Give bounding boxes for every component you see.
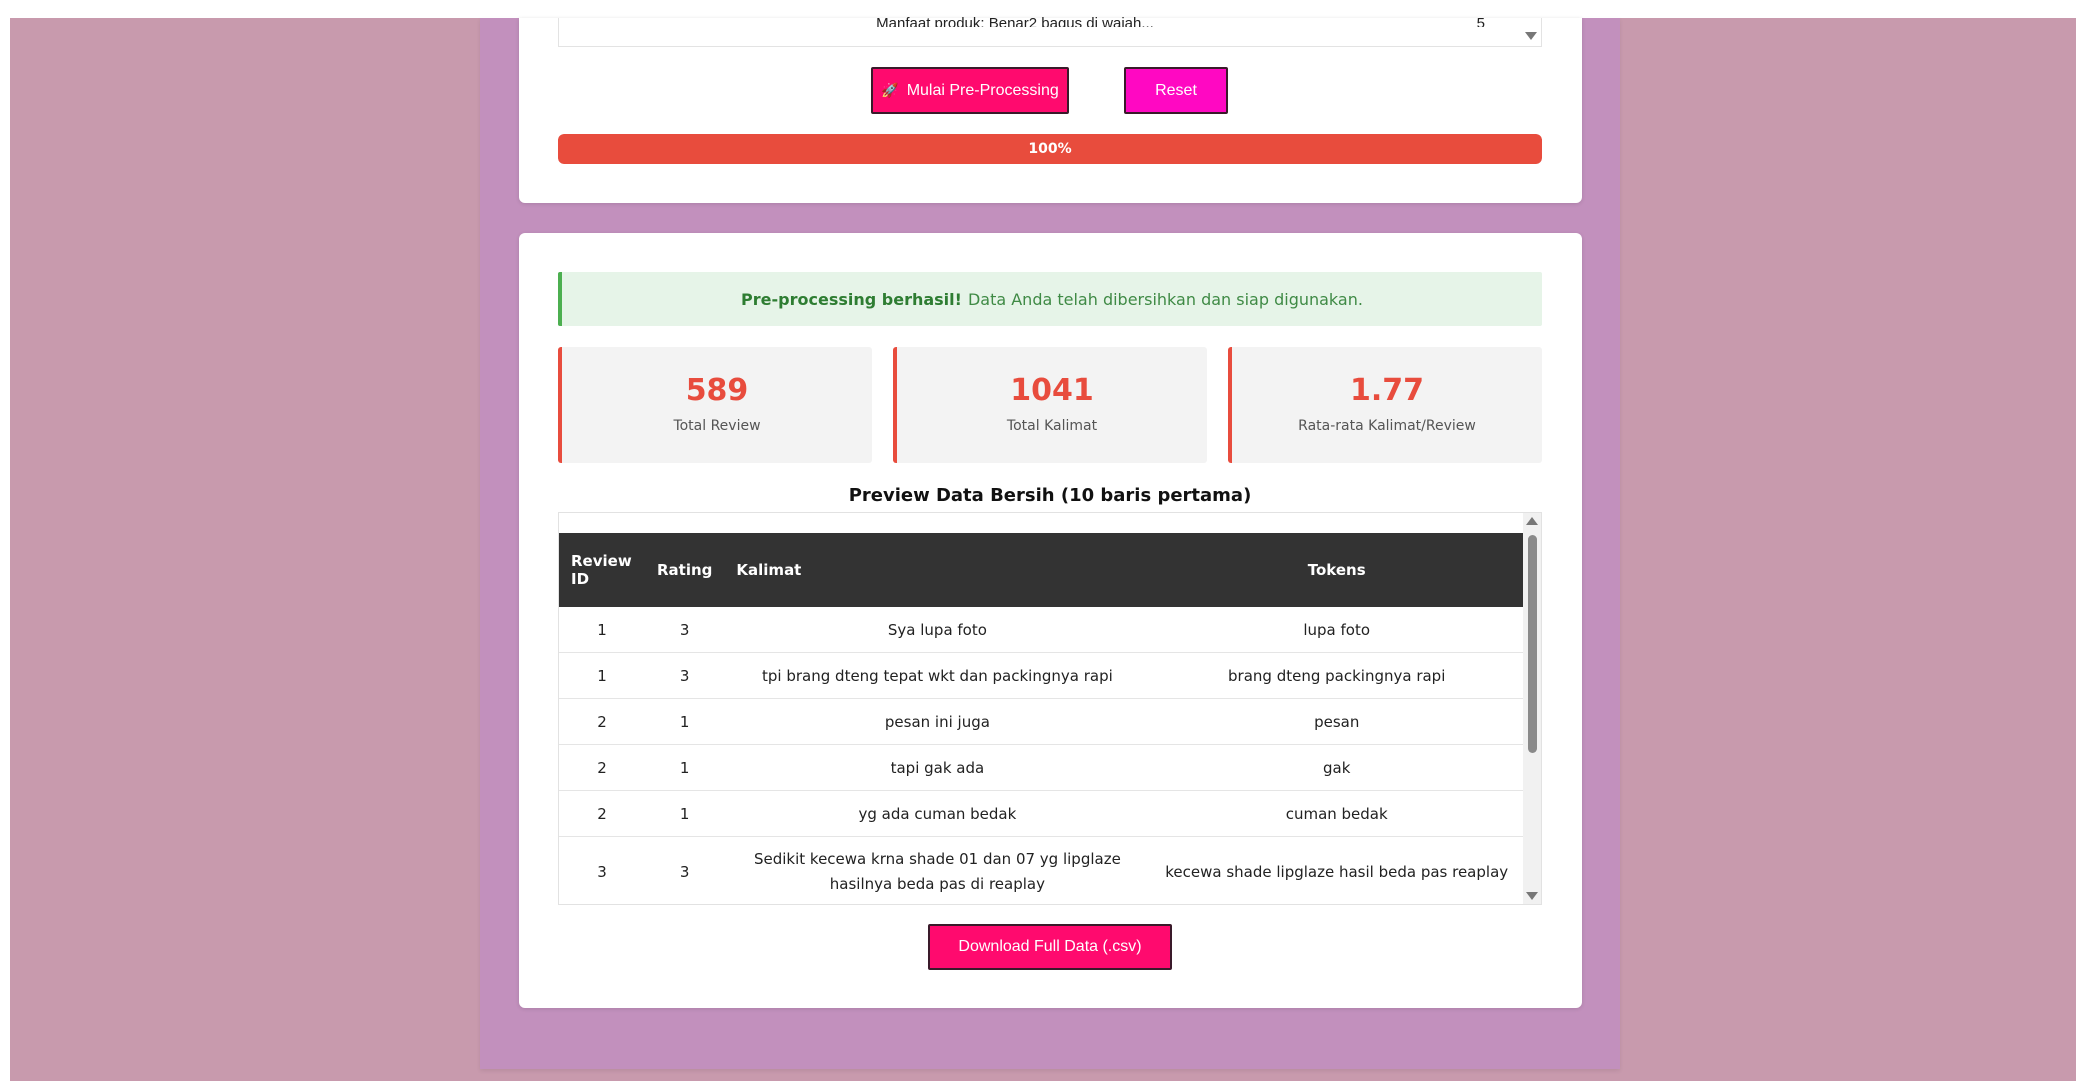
cell-kalimat: pesan ini juga [724, 698, 1151, 745]
stat-total-review: 589 Total Review [558, 347, 872, 463]
start-button-label: Mulai Pre-Processing [906, 81, 1059, 99]
table-row: 2 1 yg ada cuman bedak cuman bedak [559, 790, 1523, 837]
result-card: Pre-processing berhasil! Data Anda telah… [519, 233, 1582, 1008]
stat-total-kalimat: 1041 Total Kalimat [893, 347, 1207, 463]
cell-review-id: 1 [559, 652, 645, 699]
stat-average: 1.77 Rata-rata Kalimat/Review [1228, 347, 1542, 463]
alert-title: Pre-processing berhasil! [741, 289, 962, 309]
preview-title: Preview Data Bersih (10 baris pertama) [848, 485, 1252, 506]
progress-fill: 100% [558, 134, 1542, 164]
stat-label: Rata-rata Kalimat/Review [1298, 418, 1476, 434]
cell-kalimat: tpi brang dteng tepat wkt dan packingnya… [724, 652, 1151, 699]
column-header-review-id: Review ID [559, 533, 645, 607]
scroll-down-icon[interactable] [1526, 892, 1538, 900]
cell-review-id: 2 [559, 790, 645, 837]
table-header-row: Review ID Rating Kalimat Tokens [559, 533, 1523, 607]
cell-review-id: 1 [559, 607, 645, 653]
scroll-up-icon[interactable] [1526, 517, 1538, 525]
review-list[interactable]: Manfaat produk: Benar2 bagus di wajah...… [558, 15, 1542, 47]
cell-rating: 1 [645, 790, 725, 837]
alert-message: Data Anda telah dibersihkan dan siap dig… [967, 289, 1363, 309]
column-header-tokens: Tokens [1150, 533, 1523, 607]
cell-kalimat: yg ada cuman bedak [724, 790, 1151, 837]
success-alert: Pre-processing berhasil! Data Anda telah… [558, 272, 1542, 326]
column-header-kalimat: Kalimat [724, 533, 1151, 607]
stat-value: 589 [685, 373, 749, 408]
reset-button[interactable]: Reset [1124, 67, 1228, 114]
reset-button-label: Reset [1155, 81, 1197, 99]
stat-label: Total Review [673, 418, 761, 434]
stat-value: 1041 [1010, 373, 1094, 408]
list-item-text: Manfaat produk: Benar2 bagus di wajah... [876, 15, 1154, 27]
list-item-rating: 5 [1476, 15, 1485, 27]
table-row: 2 1 tapi gak ada gak [559, 744, 1523, 791]
cell-kalimat: tapi gak ada [724, 744, 1151, 791]
cell-tokens: pesan [1150, 698, 1523, 745]
cell-kalimat: Sedikit kecewa krna shade 01 dan 07 yg l… [724, 836, 1151, 904]
rocket-icon: 🚀 [881, 82, 899, 98]
cell-tokens: kecewa shade lipglaze hasil beda pas rea… [1150, 836, 1523, 904]
column-header-rating: Rating [645, 533, 725, 607]
cell-review-id: 3 [559, 836, 645, 904]
cell-rating: 1 [645, 744, 725, 791]
stat-label: Total Kalimat [1006, 418, 1098, 434]
preview-table-container[interactable]: Review ID Rating Kalimat Tokens 1 3 Sya … [558, 512, 1542, 905]
cell-tokens: gak [1150, 744, 1523, 791]
cell-review-id: 2 [559, 744, 645, 791]
cell-kalimat: Sya lupa foto [724, 607, 1151, 653]
cell-rating: 1 [645, 698, 725, 745]
table-row: 3 3 Sedikit kecewa krna shade 01 dan 07 … [559, 836, 1523, 904]
cell-tokens: lupa foto [1150, 607, 1523, 653]
cell-tokens: brang dteng packingnya rapi [1150, 652, 1523, 699]
start-preprocessing-button[interactable]: 🚀 Mulai Pre-Processing [871, 67, 1069, 114]
cell-rating: 3 [645, 836, 725, 904]
cell-tokens: cuman bedak [1150, 790, 1523, 837]
scroll-down-icon[interactable] [1525, 32, 1537, 40]
cell-review-id: 2 [559, 698, 645, 745]
scrollbar-thumb[interactable] [1528, 535, 1537, 753]
cell-rating: 3 [645, 607, 725, 653]
table-row: 1 3 Sya lupa foto lupa foto [559, 607, 1523, 653]
progress-bar: 100% [558, 134, 1542, 164]
stat-value: 1.77 [1349, 373, 1425, 408]
progress-label: 100% [1028, 141, 1072, 157]
preview-table: Review ID Rating Kalimat Tokens 1 3 Sya … [559, 533, 1523, 904]
table-row: 1 3 tpi brang dteng tepat wkt dan packin… [559, 652, 1523, 699]
download-csv-button[interactable]: Download Full Data (.csv) [928, 924, 1172, 970]
table-scrollbar[interactable] [1523, 513, 1541, 904]
cell-rating: 3 [645, 652, 725, 699]
download-button-label: Download Full Data (.csv) [958, 938, 1142, 955]
preprocessing-card: Manfaat produk: Benar2 bagus di wajah...… [519, 15, 1582, 203]
table-row: 2 1 pesan ini juga pesan [559, 698, 1523, 745]
